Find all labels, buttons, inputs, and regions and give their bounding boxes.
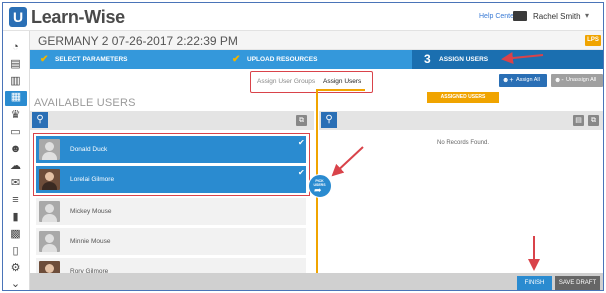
- user-name: Mickey Mouse: [70, 208, 112, 215]
- brand-name: Learn-Wise: [31, 7, 125, 27]
- step-assign-users[interactable]: 3 ASSIGN USERS: [412, 50, 603, 69]
- step-select-parameters[interactable]: ✔ SELECT PARAMETERS: [40, 50, 220, 69]
- tab-assign-user-groups[interactable]: Assign User Groups: [257, 78, 315, 85]
- copy-icon[interactable]: ⧉: [296, 115, 307, 126]
- user-name[interactable]: Rachel Smith: [533, 12, 581, 21]
- avatar: [39, 201, 60, 222]
- assigned-users-toolbar: ⚲ ▤ ⧉: [319, 111, 603, 130]
- available-users-toolbar: ⚲ ⧉: [30, 111, 314, 130]
- stack-icon[interactable]: ▤: [8, 58, 23, 71]
- page-title-bar: GERMANY 2 07-26-2017 2:22:39 PM LPS: [30, 31, 603, 50]
- wizard-steps: ✔ SELECT PARAMETERS ✔ UPLOAD RESOURCES 3…: [30, 50, 603, 69]
- tab-assign-users[interactable]: Assign Users: [323, 78, 361, 85]
- assign-all-button[interactable]: ☻+ Assign All: [499, 74, 547, 87]
- trophy-icon[interactable]: ♛: [8, 109, 23, 122]
- step-label: SELECT PARAMETERS: [55, 56, 128, 63]
- dashboard-icon[interactable]: ◔: [8, 41, 23, 54]
- user-row-mickey-mouse[interactable]: Mickey Mouse: [36, 198, 306, 226]
- calendar-icon[interactable]: ▦: [5, 91, 27, 106]
- step-label: ASSIGN USERS: [439, 56, 489, 63]
- step-number: 3: [424, 52, 431, 66]
- cloud-icon[interactable]: ☁: [8, 160, 23, 173]
- page-title: GERMANY 2 07-26-2017 2:22:39 PM: [38, 34, 238, 48]
- bar-chart-icon[interactable]: ▮: [8, 211, 23, 224]
- finish-button[interactable]: FINISH: [517, 276, 552, 290]
- search-icon[interactable]: ⚲: [32, 112, 48, 128]
- check-icon: ✔: [232, 54, 241, 65]
- grid-icon[interactable]: ▩: [8, 228, 23, 241]
- selection-highlight: [33, 133, 310, 196]
- share-arrow-icon: ➦: [314, 185, 322, 195]
- lps-badge[interactable]: LPS: [585, 35, 601, 46]
- list-icon[interactable]: ≡: [8, 194, 23, 207]
- check-icon: ✔: [40, 54, 49, 65]
- button-label: Unassign All: [566, 77, 597, 83]
- envelope-icon[interactable]: ✉: [8, 177, 23, 190]
- no-records-text: No Records Found.: [437, 140, 490, 146]
- mail-icon[interactable]: [513, 11, 527, 21]
- gear-icon[interactable]: ⚙: [8, 262, 23, 275]
- help-center-link[interactable]: Help Center: [479, 13, 516, 20]
- chevron-down-icon[interactable]: ▾: [585, 11, 589, 20]
- logo-icon: U: [9, 7, 27, 27]
- chevron-down-icon[interactable]: ⌄: [8, 278, 23, 290]
- tablet-icon[interactable]: ▯: [8, 245, 23, 258]
- step-label: UPLOAD RESOURCES: [247, 56, 318, 63]
- assign-tabs: Assign User Groups Assign Users: [250, 71, 373, 93]
- top-header: U Learn-Wise Help Center Rachel Smith ▾: [3, 3, 603, 31]
- user-plus-icon: ☻+: [502, 77, 514, 84]
- unassign-all-button[interactable]: ☻- Unassign All: [551, 74, 603, 87]
- user-name: Minnie Mouse: [70, 238, 111, 245]
- arrow-to-pick-users: [331, 146, 364, 177]
- button-label: Assign All: [516, 77, 540, 83]
- avatar: [39, 231, 60, 252]
- app-frame: U Learn-Wise Help Center Rachel Smith ▾ …: [2, 2, 604, 291]
- search-icon[interactable]: ⚲: [321, 112, 337, 128]
- available-users-title: AVAILABLE USERS: [34, 97, 136, 109]
- step-upload-resources[interactable]: ✔ UPLOAD RESOURCES: [232, 50, 402, 69]
- assigned-users-tag: ASSIGNED USERS: [427, 92, 499, 103]
- library-icon[interactable]: ▥: [8, 75, 23, 88]
- pick-users-button[interactable]: PICK USERS ➦: [308, 174, 332, 198]
- copy-icon[interactable]: ⧉: [588, 115, 599, 126]
- left-sidebar: ◔ ▤ ▥ ▦ ♛ ▭ ☻ ☁ ✉ ≡ ▮ ▩ ▯ ⚙ ⌄: [3, 31, 30, 290]
- user-row-minnie-mouse[interactable]: Minnie Mouse: [36, 228, 306, 256]
- save-draft-button[interactable]: SAVE DRAFT: [555, 276, 600, 290]
- active-tab-indicator: [317, 89, 365, 91]
- print-icon[interactable]: ▤: [573, 115, 584, 126]
- presentation-icon[interactable]: ▭: [8, 126, 23, 139]
- user-minus-icon: ☻-: [554, 77, 564, 84]
- users-icon[interactable]: ☻: [8, 143, 23, 156]
